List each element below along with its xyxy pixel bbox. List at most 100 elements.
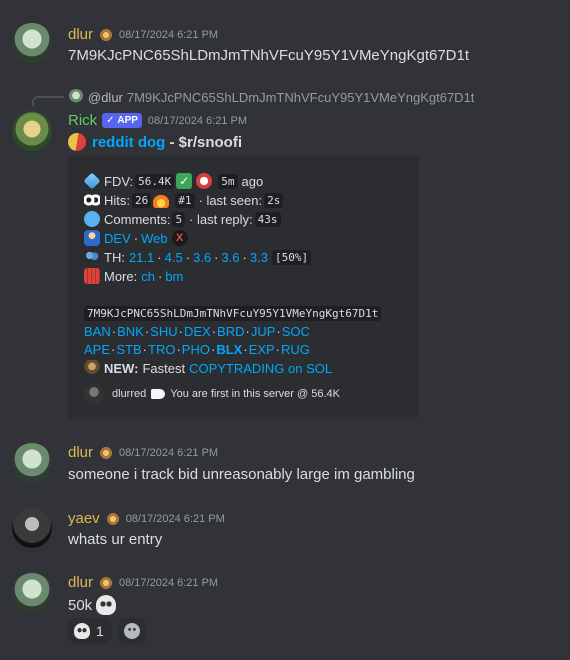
separator-dot: · (211, 324, 217, 339)
footer-text: You are first in this server @ 56.4K (170, 388, 340, 400)
timestamp: 08/17/2024 6:21 PM (125, 512, 225, 525)
separator-dot: · (111, 342, 116, 357)
embed-title: reddit dog - $r/snoofi (64, 129, 243, 155)
username[interactable]: yaev (68, 510, 100, 527)
footer-user: dlurred (112, 388, 147, 400)
message-1: dlur 08/17/2024 6:21 PM 7M9KJcPNC65ShLDm… (0, 0, 570, 80)
th-value-2[interactable]: 4.5 (165, 250, 183, 265)
developer-icon (84, 230, 100, 246)
more-link-bm[interactable]: bm (165, 269, 183, 284)
avatar[interactable] (12, 443, 52, 483)
dev-link[interactable]: DEV (104, 231, 131, 246)
reaction-count: 1 (96, 623, 104, 639)
username[interactable]: dlur (68, 444, 93, 461)
username[interactable]: dlur (68, 26, 93, 43)
separator-dot: · (242, 249, 247, 265)
pill-icon (64, 129, 90, 155)
trade-link-soc[interactable]: SOC (282, 324, 310, 339)
separator-dot: · (178, 324, 183, 339)
trade-link-rug[interactable]: RUG (281, 342, 310, 357)
reply-avatar (68, 89, 84, 105)
th-value-3[interactable]: 3.6 (193, 250, 211, 265)
trade-link-brd[interactable]: BRD (217, 324, 244, 339)
comments-value: 5 (172, 211, 186, 227)
separator-dot: · (142, 342, 147, 357)
x-social-icon[interactable]: X (171, 230, 188, 246)
fdv-value: 56.4K (135, 173, 175, 189)
add-reaction-icon (124, 623, 140, 639)
speech-bubble-icon (84, 211, 100, 227)
timestamp: 08/17/2024 6:21 PM (147, 114, 247, 127)
trade-link-exp[interactable]: EXP (249, 342, 275, 357)
trade-link-dex[interactable]: DEX (184, 324, 211, 339)
trade-link-ban[interactable]: BAN (84, 324, 111, 339)
th-value-5[interactable]: 3.3 (250, 250, 268, 265)
th-value-1[interactable]: 21.1 (129, 250, 154, 265)
fdv-line: FDV: 56.4K ✓ 5m ago (83, 172, 263, 190)
last-seen-label: · last seen: (198, 192, 263, 208)
username[interactable]: dlur (68, 574, 93, 591)
eyes-icon (84, 192, 100, 208)
trade-link-tro[interactable]: TRO (148, 342, 175, 357)
message-header: Rick ✓ APP 08/17/2024 6:21 PM (68, 112, 247, 129)
wizard-icon (84, 360, 100, 376)
fdv-label: FDV: (104, 173, 134, 189)
more-label: More: (104, 268, 138, 284)
message-content: 7M9KJcPNC65ShLDmJmTNhVFcuY95Y1VMeYngKgt6… (68, 47, 470, 64)
comments-label: Comments: (104, 211, 171, 227)
th-value-4[interactable]: 3.6 (221, 250, 239, 265)
separator-dot: · (210, 342, 216, 357)
token-ticker: $r/snoofi (178, 133, 243, 151)
th-total: [50%] (271, 249, 312, 265)
reply-author[interactable]: @dlur (88, 90, 123, 105)
server-tag-icon (99, 445, 114, 460)
token-name-link[interactable]: reddit dog (92, 134, 165, 151)
trade-link-blx[interactable]: BLX (216, 342, 242, 357)
message-content: whats ur entry (68, 531, 163, 548)
reaction-skull[interactable]: 1 (68, 618, 112, 644)
trade-links-row-1: BAN · BNK · SHU · DEX · BRD · JUP · SOC (84, 324, 310, 339)
footer-avatar (84, 384, 104, 404)
reply-reference[interactable]: @dlur 7M9KJcPNC65ShLDmJmTNhVFcuY95Y1VMeY… (68, 89, 474, 105)
reply-connector (32, 96, 64, 106)
trade-link-bnk[interactable]: BNK (117, 324, 144, 339)
avatar[interactable] (12, 111, 52, 151)
hits-line: Hits: 26 #1 · last seen: 2s (84, 192, 285, 208)
separator-dot: · (157, 268, 163, 284)
skull-icon (96, 595, 117, 615)
skull-icon (74, 623, 90, 639)
trade-link-shu[interactable]: SHU (150, 324, 177, 339)
new-feature-line: NEW: Fastest COPYTRADING on SOL (84, 360, 332, 376)
separator-dot: · (214, 249, 219, 265)
message-header: dlur 08/17/2024 6:21 PM (68, 26, 218, 43)
trade-link-pho[interactable]: PHO (182, 342, 210, 357)
last-reply-label: · last reply: (189, 211, 253, 227)
web-link[interactable]: Web (141, 231, 168, 246)
separator-dot: · (111, 324, 117, 339)
add-reaction-button[interactable] (118, 618, 146, 644)
avatar[interactable] (12, 573, 52, 613)
dev-line: DEV · Web X (84, 230, 192, 246)
avatar[interactable] (12, 23, 52, 63)
trade-link-ape[interactable]: APE (84, 342, 110, 357)
separator-dot: · (185, 249, 191, 265)
username[interactable]: Rick (68, 112, 97, 129)
reply-content[interactable]: 7M9KJcPNC65ShLDmJmTNhVFcuY95Y1VMeYngKgt6… (127, 90, 475, 105)
trade-link-stb[interactable]: STB (116, 342, 141, 357)
new-label: NEW: (104, 360, 139, 376)
server-tag-icon (99, 27, 114, 42)
avatar[interactable] (12, 508, 52, 548)
message-header: yaev 08/17/2024 6:21 PM (68, 510, 225, 527)
fdv-age: 5m (218, 173, 238, 189)
contract-address[interactable]: 7M9KJcPNC65ShLDmJmTNhVFcuY95Y1VMeYngKgt6… (84, 306, 382, 321)
copytrading-link[interactable]: COPYTRADING on SOL (189, 361, 332, 376)
app-badge-label: APP (117, 115, 138, 126)
alarm-clock-icon (196, 173, 213, 189)
separator-dot: · (276, 324, 281, 339)
hits-rank: #1 (175, 192, 195, 208)
separator-dot: · (144, 324, 150, 339)
fire-icon (153, 192, 170, 208)
more-link-ch[interactable]: ch (141, 269, 155, 284)
trade-link-jup[interactable]: JUP (251, 324, 276, 339)
top-holders-line: TH: 21.1 · 4.5 · 3.6 · 3.6 · 3.3 [50%] (84, 249, 313, 265)
